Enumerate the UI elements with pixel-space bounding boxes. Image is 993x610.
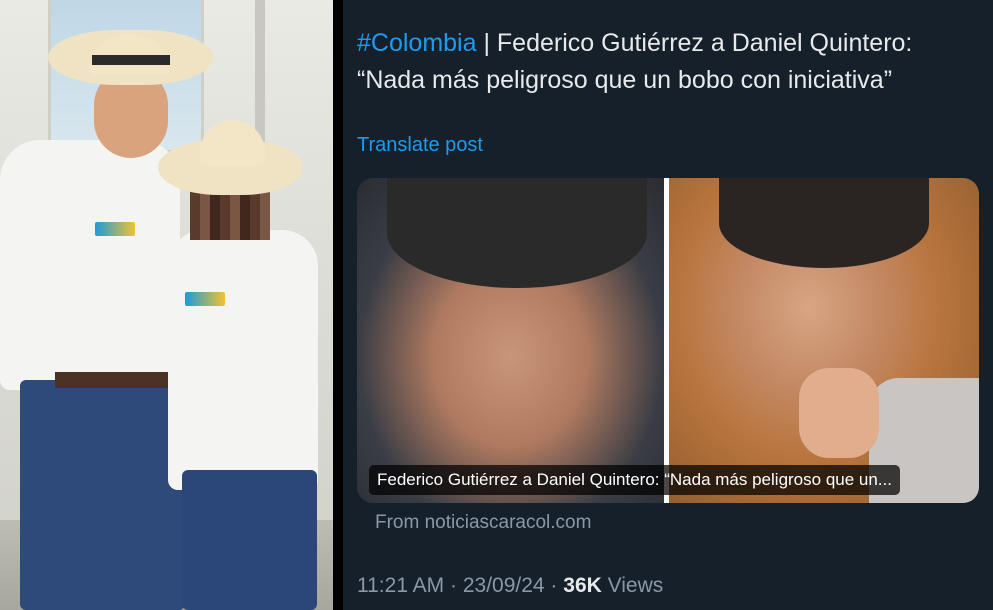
shirt-logo — [95, 222, 135, 236]
tweet-date[interactable]: 23/09/24 — [463, 574, 545, 597]
card-image-left — [357, 178, 664, 503]
tweet-panel: #Colombia | Federico Gutiérrez a Daniel … — [343, 0, 993, 610]
meta-dot: · — [444, 574, 463, 597]
woman-shirt — [168, 230, 318, 490]
man-hat-band — [92, 55, 170, 65]
hashtag-link[interactable]: #Colombia — [357, 29, 477, 57]
views-count[interactable]: 36K — [563, 574, 602, 597]
card-image-right — [669, 178, 979, 503]
tweet-time[interactable]: 11:21 AM — [357, 574, 444, 597]
image-divider — [333, 0, 343, 610]
hand-right — [799, 368, 879, 458]
tweet-text-line1: Federico Gutiérrez a Daniel Quintero: — [496, 29, 913, 57]
tweet-text-line2: “Nada más peligroso que un bobo con inic… — [357, 66, 893, 94]
left-photo — [0, 0, 333, 610]
card-source[interactable]: From noticiascaracol.com — [375, 512, 591, 534]
translate-post-link[interactable]: Translate post — [357, 134, 483, 157]
hair-right — [719, 178, 929, 268]
hair-left — [387, 178, 647, 288]
woman-pants — [182, 470, 317, 610]
shirt-logo — [185, 292, 225, 306]
separator: | — [476, 29, 497, 57]
views-label: Views — [601, 574, 664, 597]
man-pants — [20, 380, 185, 610]
link-card[interactable]: Federico Gutiérrez a Daniel Quintero: “N… — [357, 178, 979, 503]
card-caption: Federico Gutiérrez a Daniel Quintero: “N… — [369, 465, 900, 495]
tweet-text: #Colombia | Federico Gutiérrez a Daniel … — [357, 25, 982, 99]
meta-dot: · — [544, 574, 564, 597]
tweet-meta: 11:21 AM · 23/09/24 · 36K Views — [357, 574, 663, 598]
man-shirt — [0, 140, 180, 390]
man-belt — [55, 372, 170, 388]
